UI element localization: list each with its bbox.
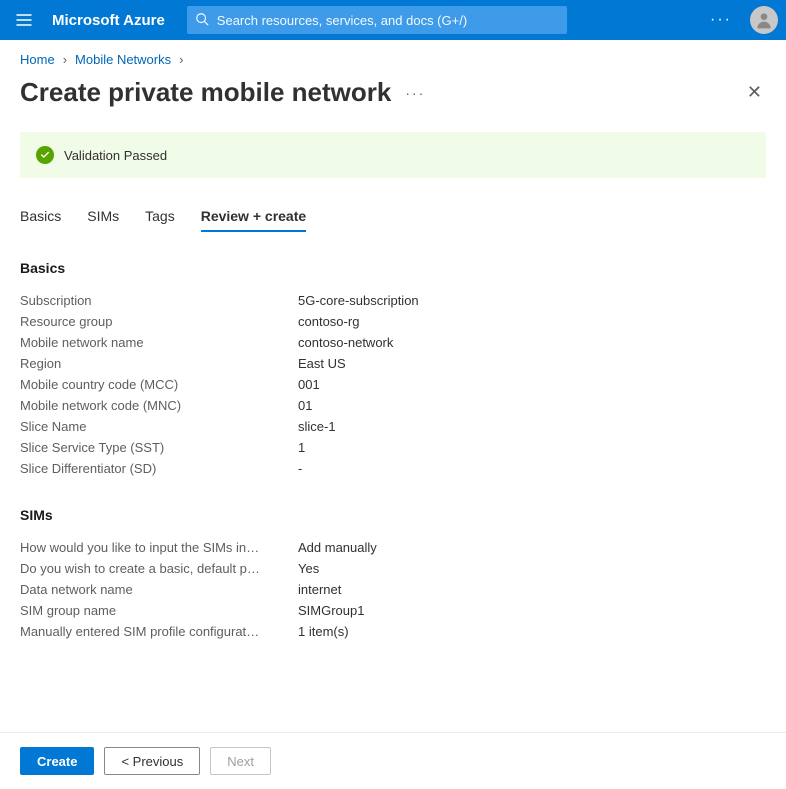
kv-label: Resource group [20, 314, 298, 329]
tab-tags[interactable]: Tags [145, 202, 175, 232]
kv-list: How would you like to input the SIMs in…… [20, 537, 766, 642]
kv-row: How would you like to input the SIMs in…… [20, 537, 766, 558]
validation-banner: Validation Passed [20, 132, 766, 178]
kv-value: 1 [298, 440, 305, 455]
topbar-more-icon[interactable]: ··· [704, 11, 738, 29]
kv-row: Mobile country code (MCC)001 [20, 374, 766, 395]
kv-label: Slice Differentiator (SD) [20, 461, 298, 476]
page-content: Home › Mobile Networks › Create private … [0, 40, 786, 732]
kv-label: Region [20, 356, 298, 371]
page-title: Create private mobile network [20, 77, 391, 108]
close-icon[interactable]: ✕ [743, 78, 766, 107]
title-more-icon[interactable]: ··· [405, 85, 425, 101]
kv-value: 5G-core-subscription [298, 293, 419, 308]
breadcrumb-home[interactable]: Home [20, 52, 55, 67]
section-title: SIMs [20, 507, 766, 523]
kv-value: Yes [298, 561, 319, 576]
breadcrumb: Home › Mobile Networks › [20, 52, 766, 67]
check-circle-icon [36, 146, 54, 164]
kv-value: 01 [298, 398, 312, 413]
kv-label: Slice Service Type (SST) [20, 440, 298, 455]
kv-label: Data network name [20, 582, 298, 597]
kv-value: 001 [298, 377, 320, 392]
kv-label: Manually entered SIM profile configurat… [20, 624, 298, 639]
kv-label: Do you wish to create a basic, default p… [20, 561, 298, 576]
kv-value: - [298, 461, 302, 476]
kv-value: East US [298, 356, 346, 371]
next-button: Next [210, 747, 271, 775]
kv-list: Subscription5G-core-subscriptionResource… [20, 290, 766, 479]
hamburger-menu-icon[interactable] [8, 4, 40, 36]
kv-row: Mobile network code (MNC)01 [20, 395, 766, 416]
kv-label: Mobile network name [20, 335, 298, 350]
kv-value: internet [298, 582, 341, 597]
brand-label: Microsoft Azure [52, 12, 165, 29]
kv-value: SIMGroup1 [298, 603, 364, 618]
kv-row: Slice Differentiator (SD)- [20, 458, 766, 479]
kv-row: Slice Service Type (SST)1 [20, 437, 766, 458]
kv-label: Mobile country code (MCC) [20, 377, 298, 392]
section-title: Basics [20, 260, 766, 276]
kv-label: Slice Name [20, 419, 298, 434]
tab-review-create[interactable]: Review + create [201, 202, 306, 232]
user-avatar[interactable] [750, 6, 778, 34]
chevron-right-icon: › [179, 52, 183, 67]
previous-button[interactable]: < Previous [104, 747, 200, 775]
breadcrumb-mobile-networks[interactable]: Mobile Networks [75, 52, 171, 67]
kv-row: Manually entered SIM profile configurat…… [20, 621, 766, 642]
kv-row: Mobile network namecontoso-network [20, 332, 766, 353]
search-icon [195, 12, 209, 29]
kv-label: SIM group name [20, 603, 298, 618]
kv-value: contoso-rg [298, 314, 359, 329]
kv-row: Resource groupcontoso-rg [20, 311, 766, 332]
global-search[interactable] [187, 6, 567, 34]
title-row: Create private mobile network ··· ✕ [20, 77, 766, 108]
kv-value: slice-1 [298, 419, 336, 434]
kv-value: Add manually [298, 540, 377, 555]
azure-topbar: Microsoft Azure ··· [0, 0, 786, 40]
kv-label: Subscription [20, 293, 298, 308]
create-button[interactable]: Create [20, 747, 94, 775]
kv-value: 1 item(s) [298, 624, 349, 639]
search-input[interactable] [217, 13, 559, 28]
kv-row: Slice Nameslice-1 [20, 416, 766, 437]
validation-message: Validation Passed [64, 148, 167, 163]
kv-row: Do you wish to create a basic, default p… [20, 558, 766, 579]
tab-sims[interactable]: SIMs [87, 202, 119, 232]
kv-row: Data network nameinternet [20, 579, 766, 600]
tab-basics[interactable]: Basics [20, 202, 61, 232]
kv-value: contoso-network [298, 335, 393, 350]
kv-label: How would you like to input the SIMs in… [20, 540, 298, 555]
kv-row: Subscription5G-core-subscription [20, 290, 766, 311]
kv-row: SIM group nameSIMGroup1 [20, 600, 766, 621]
chevron-right-icon: › [63, 52, 67, 67]
review-sections: BasicsSubscription5G-core-subscriptionRe… [20, 260, 766, 670]
kv-label: Mobile network code (MNC) [20, 398, 298, 413]
tabs: Basics SIMs Tags Review + create [20, 202, 766, 232]
wizard-footer: Create < Previous Next [0, 732, 786, 789]
kv-row: RegionEast US [20, 353, 766, 374]
